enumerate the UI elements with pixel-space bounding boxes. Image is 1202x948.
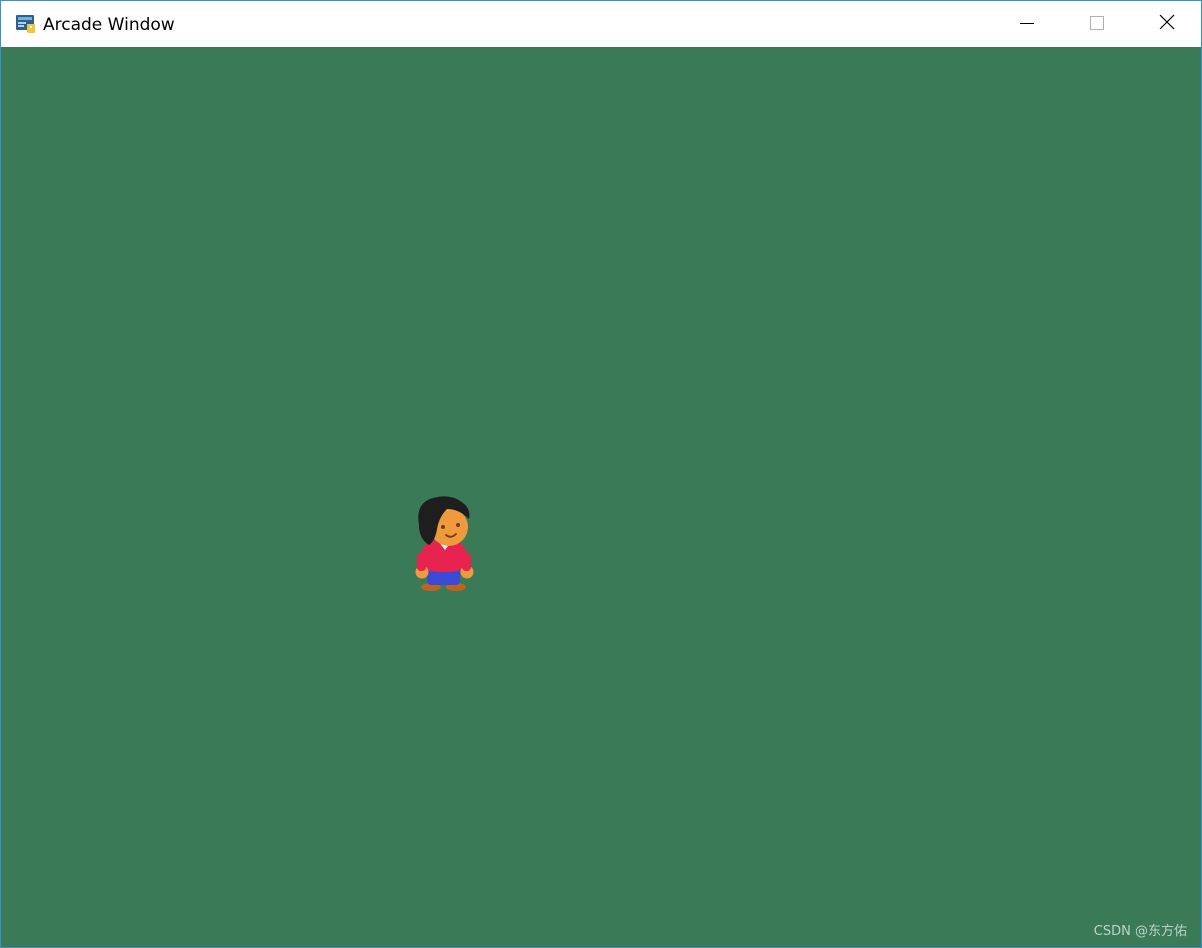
- close-icon: [1159, 14, 1175, 34]
- player-character-sprite: [411, 495, 477, 593]
- minimize-icon: [1020, 15, 1034, 34]
- game-canvas[interactable]: CSDN @东方佑: [1, 47, 1201, 947]
- python-arcade-icon: [15, 13, 37, 35]
- window-title: Arcade Window: [43, 15, 175, 35]
- close-button[interactable]: [1132, 1, 1202, 47]
- watermark-text: CSDN @东方佑: [1093, 924, 1187, 939]
- maximize-icon: [1090, 15, 1104, 34]
- arcade-window: Arcade Window CSDN @东方佑: [0, 0, 1202, 948]
- maximize-button[interactable]: [1062, 1, 1132, 47]
- title-bar[interactable]: Arcade Window: [1, 1, 1201, 47]
- minimize-button[interactable]: [992, 1, 1062, 47]
